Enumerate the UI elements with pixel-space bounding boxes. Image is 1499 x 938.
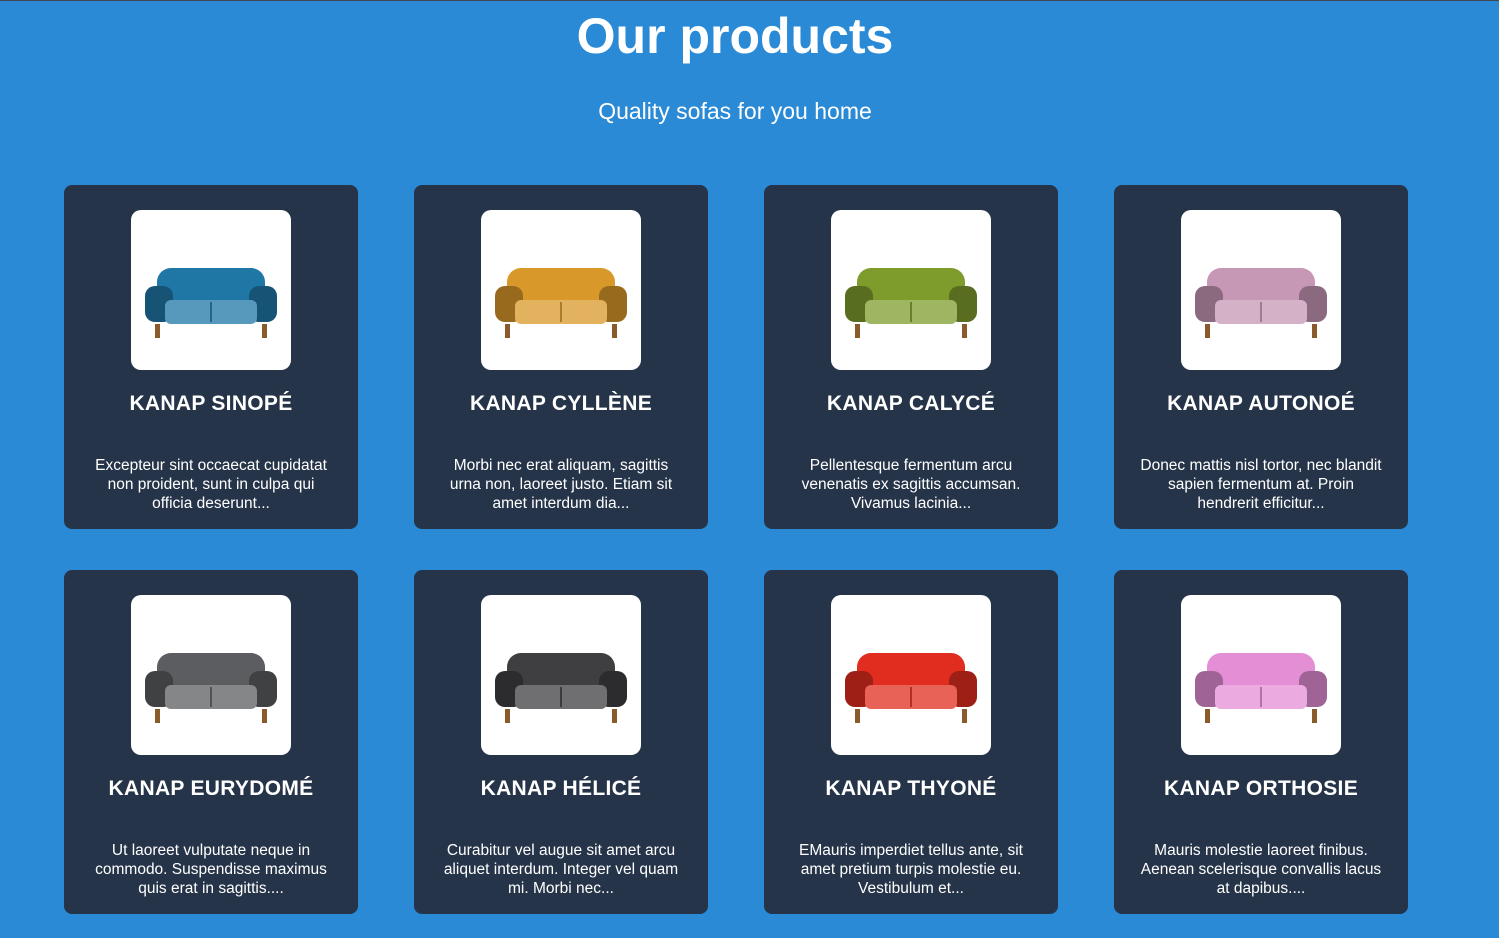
product-card[interactable]: KANAP ORTHOSIE Mauris molestie laoreet f… [1114,570,1408,914]
product-grid: KANAP SINOPÉ Excepteur sint occaecat cup… [64,185,1408,914]
product-description: EMauris imperdiet tellus ante, sit amet … [799,842,1023,897]
product-card[interactable]: KANAP HÉLICÉ Curabitur vel augue sit ame… [414,570,708,914]
product-description: Curabitur vel augue sit amet arcu alique… [443,842,679,897]
product-description: Morbi nec erat aliquam, sagittis urna no… [449,457,673,512]
product-card[interactable]: KANAP EURYDOMÉ Ut laoreet vulputate nequ… [64,570,358,914]
product-name: KANAP ORTHOSIE [1164,777,1358,800]
product-description: Pellentesque fermentum arcu venenatis ex… [801,457,1021,512]
product-description: Ut laoreet vulputate neque in commodo. S… [95,842,327,897]
sofa-illustration [145,653,277,723]
sofa-illustration [495,268,627,338]
sofa-illustration [495,653,627,723]
product-card[interactable]: KANAP CALYCÉ Pellentesque fermentum arcu… [764,185,1058,529]
product-image [831,210,991,370]
product-image [131,595,291,755]
page-subtitle: Quality sofas for you home [598,98,872,124]
product-description: Donec mattis nisl tortor, nec blandit sa… [1140,457,1382,512]
page-title: Our products [576,8,894,64]
product-card[interactable]: KANAP AUTONOÉ Donec mattis nisl tortor, … [1114,185,1408,529]
product-description: Excepteur sint occaecat cupidatat non pr… [95,457,327,512]
product-card[interactable]: KANAP CYLLÈNE Morbi nec erat aliquam, sa… [414,185,708,529]
sofa-illustration [845,268,977,338]
sofa-illustration [845,653,977,723]
product-name: KANAP SINOPÉ [129,392,293,415]
product-name: KANAP EURYDOMÉ [108,777,314,800]
product-image [481,210,641,370]
top-border [0,0,1499,1]
product-card[interactable]: KANAP THYONÉ EMauris imperdiet tellus an… [764,570,1058,914]
product-image [831,595,991,755]
product-description: Mauris molestie laoreet finibus. Aenean … [1140,842,1382,897]
product-name: KANAP THYONÉ [825,777,997,800]
sofa-illustration [1195,653,1327,723]
product-card[interactable]: KANAP SINOPÉ Excepteur sint occaecat cup… [64,185,358,529]
product-name: KANAP CALYCÉ [826,392,996,415]
product-image [1181,210,1341,370]
product-image [131,210,291,370]
product-name: KANAP CYLLÈNE [469,392,653,415]
sofa-illustration [1195,268,1327,338]
product-name: KANAP AUTONOÉ [1167,392,1355,415]
sofa-illustration [145,268,277,338]
product-name: KANAP HÉLICÉ [480,777,642,800]
product-image [481,595,641,755]
product-image [1181,595,1341,755]
